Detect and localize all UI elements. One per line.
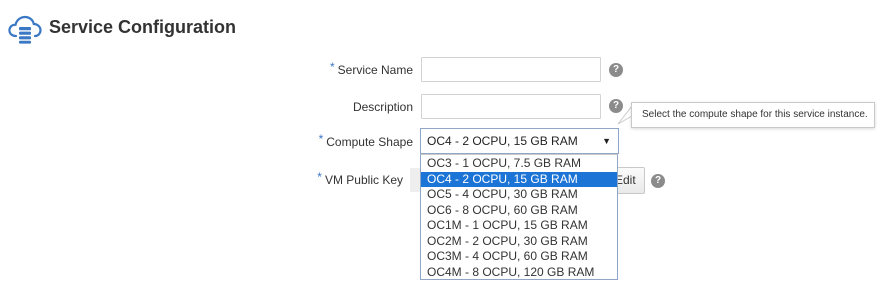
compute-shape-option[interactable]: OC3 - 1 OCPU, 7.5 GB RAM bbox=[421, 156, 617, 172]
service-name-help-icon[interactable]: ? bbox=[609, 63, 623, 77]
compute-shape-option[interactable]: OC4 - 2 OCPU, 15 GB RAM bbox=[421, 171, 617, 187]
compute-shape-option[interactable]: OC1M - 1 OCPU, 15 GB RAM bbox=[421, 218, 617, 234]
compute-shape-option[interactable]: OC3M - 4 OCPU, 60 GB RAM bbox=[421, 249, 617, 265]
compute-shape-selected-value: OC4 - 2 OCPU, 15 GB RAM bbox=[427, 134, 578, 148]
compute-shape-option[interactable]: OC5 - 4 OCPU, 30 GB RAM bbox=[421, 187, 617, 203]
required-marker: * bbox=[317, 170, 322, 184]
vm-public-key-label: * VM Public Key bbox=[317, 170, 403, 187]
service-name-label: * Service Name bbox=[329, 60, 413, 77]
required-marker: * bbox=[329, 60, 335, 74]
cloud-database-icon bbox=[8, 14, 42, 44]
page-title: Service Configuration bbox=[49, 17, 237, 37]
service-name-input[interactable] bbox=[421, 57, 601, 82]
compute-shape-option[interactable]: OC6 - 8 OCPU, 60 GB RAM bbox=[421, 203, 617, 219]
compute-shape-option[interactable]: OC2M - 2 OCPU, 30 GB RAM bbox=[421, 234, 617, 250]
dropdown-arrow-icon[interactable]: ▼ bbox=[602, 129, 611, 153]
vm-public-key-help-icon[interactable]: ? bbox=[651, 174, 665, 188]
required-marker: * bbox=[318, 132, 324, 146]
compute-shape-tooltip: Select the compute shape for this servic… bbox=[631, 102, 875, 128]
description-label: Description bbox=[352, 100, 413, 114]
compute-shape-label: * Compute Shape bbox=[318, 132, 413, 149]
compute-shape-select[interactable]: OC4 - 2 OCPU, 15 GB RAM ▼ bbox=[420, 128, 619, 154]
compute-shape-options-list[interactable]: OC3 - 1 OCPU, 7.5 GB RAM OC4 - 2 OCPU, 15… bbox=[420, 154, 618, 280]
compute-shape-option[interactable]: OC4M - 8 OCPU, 120 GB RAM bbox=[421, 265, 617, 281]
description-input[interactable] bbox=[421, 94, 601, 119]
